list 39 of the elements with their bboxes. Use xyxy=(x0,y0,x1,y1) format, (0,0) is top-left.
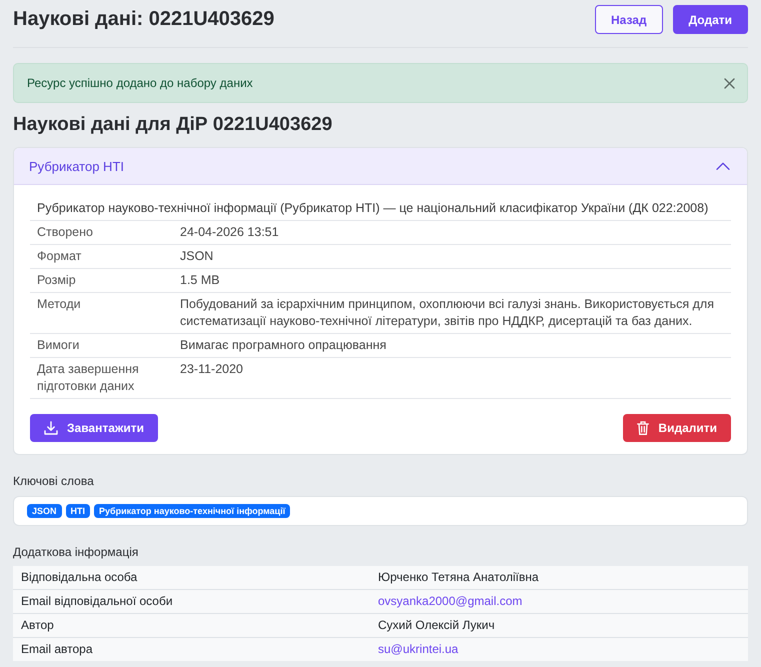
chevron-icon xyxy=(716,162,730,170)
field-value: Вимагає програмного опрацювання xyxy=(173,334,731,358)
field-label: Формат xyxy=(30,244,173,268)
download-icon xyxy=(44,421,58,435)
keyword-tag: Рубрикатор науково-технічної інформації xyxy=(94,504,290,518)
additional-info-label: Додаткова інформація xyxy=(13,545,140,559)
email-link[interactable]: su@ukrintei.ua xyxy=(378,642,458,656)
trash-icon xyxy=(637,421,650,435)
delete-button[interactable]: Видалити xyxy=(623,414,731,442)
keywords-label: Ключові слова xyxy=(13,474,95,488)
info-value: Сухий Олексій Лукич xyxy=(370,614,748,638)
alert-message: Ресурс успішно додано до набору даних xyxy=(27,76,253,90)
field-value: 1.5 MB xyxy=(173,268,731,292)
keyword-tag: НТІ xyxy=(66,504,90,518)
info-label: Email автора xyxy=(13,638,370,661)
field-label: Методи xyxy=(30,292,173,334)
accordion-header[interactable]: Рубрикатор НТІ xyxy=(14,148,747,185)
close-button[interactable] xyxy=(724,78,735,88)
keyword-tag: JSON xyxy=(27,504,62,518)
info-label: Відповідальна особа xyxy=(13,566,370,590)
email-link[interactable]: ovsyanka2000@gmail.com xyxy=(378,594,522,608)
field-label: Вимоги xyxy=(30,334,173,358)
field-label: Розмір xyxy=(30,268,173,292)
close-icon xyxy=(724,78,735,88)
info-label: Email відповідальної особи xyxy=(13,590,370,614)
field-label: Створено xyxy=(30,220,173,244)
page-title: Наукові дані: 0221U403629 xyxy=(13,8,274,31)
info-label: Автор xyxy=(13,614,370,638)
download-button[interactable]: Завантажити xyxy=(30,414,158,442)
field-value: JSON xyxy=(173,244,731,268)
back-button[interactable]: Назад xyxy=(594,5,663,34)
add-button[interactable]: Додати xyxy=(672,5,748,34)
description-text: Рубрикатор науково-технічної інформації (Рубрикатор НТІ) — це національний класифікатор України (ДК 022:2008) xyxy=(30,197,731,220)
info-value: Юрченко Тетяна Анатоліївна xyxy=(370,566,748,590)
field-label: Дата завершення підготовки даних xyxy=(30,358,173,398)
field-value: Побудований за ієрархічним принципом, охоплюючи всі галузі знань. Використовується для систематизації науково-технічної літератури, звітів про НДДКР, дисертацій та баз даних. xyxy=(173,292,731,334)
field-value: 24-04-2026 13:51 xyxy=(173,220,731,244)
field-value: 23-11-2020 xyxy=(173,358,731,398)
section-heading: Наукові дані для ДіР 0221U403629 xyxy=(13,114,334,136)
